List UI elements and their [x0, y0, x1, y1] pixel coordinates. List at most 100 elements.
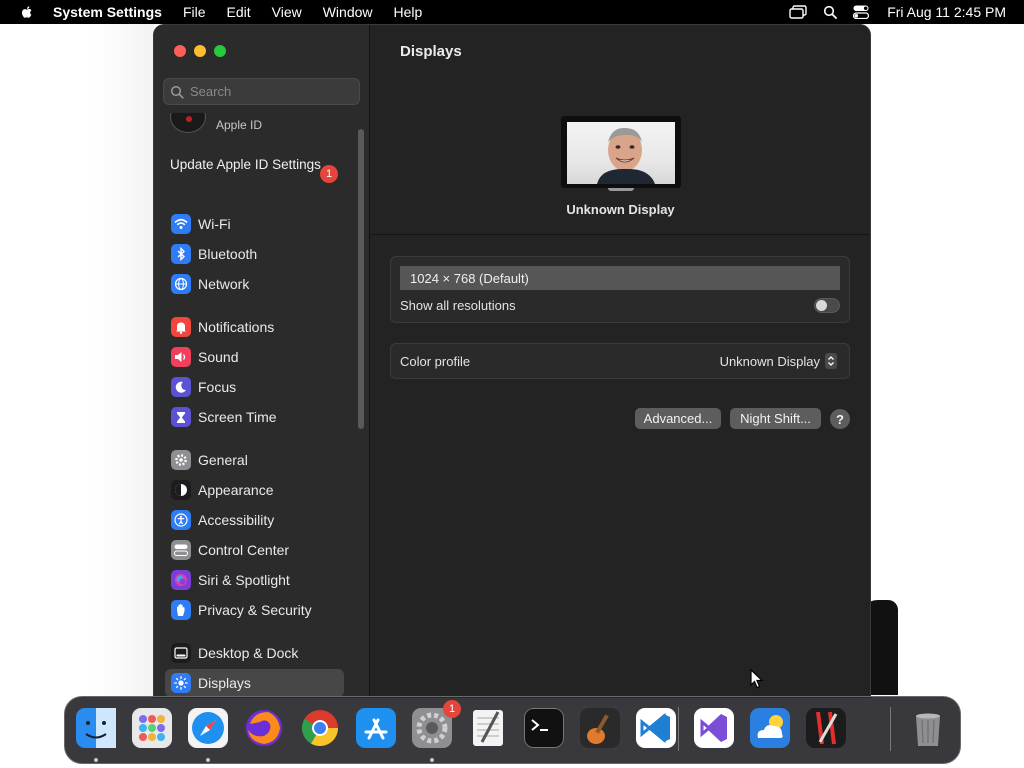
sidebar-item-accessibility[interactable]: Accessibility [165, 506, 344, 534]
menu-clock[interactable]: Fri Aug 11 2:45 PM [887, 4, 1006, 20]
finder-icon[interactable] [73, 705, 119, 751]
show-all-resolutions-label: Show all resolutions [400, 298, 516, 313]
sidebar-item-focus[interactable]: Focus [165, 373, 344, 401]
night-shift-button[interactable]: Night Shift... [730, 408, 821, 429]
sidebar-item-bluetooth[interactable]: Bluetooth [165, 240, 344, 268]
app-store-icon[interactable] [353, 705, 399, 751]
page-title: Displays [400, 43, 462, 60]
hourglass-icon [171, 407, 191, 427]
dock: 1 [64, 696, 961, 764]
chevron-up-down-icon [825, 353, 837, 369]
sidebar-item-label: Accessibility [198, 512, 275, 528]
launchpad-icon[interactable] [129, 705, 175, 751]
sidebar-item-label: Screen Time [198, 409, 277, 425]
zoom-window-button[interactable] [214, 45, 226, 57]
system-settings-icon[interactable]: 1 [409, 700, 461, 751]
avatar [170, 113, 206, 133]
dock-separator [678, 707, 679, 751]
gear-icon [171, 450, 191, 470]
textedit-icon[interactable] [465, 705, 511, 751]
show-all-resolutions-toggle[interactable] [814, 298, 840, 313]
window-controls [174, 45, 226, 57]
bluetooth-icon [171, 244, 191, 264]
menu-edit[interactable]: Edit [227, 4, 251, 20]
trash-icon[interactable] [905, 705, 951, 751]
help-button[interactable]: ? [830, 409, 850, 429]
menu-bar: System Settings File Edit View Window He… [0, 0, 1024, 24]
screen-mirroring-icon[interactable] [789, 5, 807, 19]
siri-icon [171, 570, 191, 590]
terminal-icon[interactable] [521, 705, 567, 751]
sidebar-item-label: Siri & Spotlight [198, 572, 290, 588]
search-input[interactable]: Search [163, 78, 360, 105]
sidebar-item-network[interactable]: Network [165, 270, 344, 298]
system-settings-window: Search Apple ID Update Apple ID Settings… [154, 25, 870, 697]
notification-badge: 1 [320, 165, 338, 183]
accessibility-icon [171, 510, 191, 530]
minimize-window-button[interactable] [194, 45, 206, 57]
apple-id-label: Apple ID [216, 118, 263, 132]
color-profile-label: Color profile [400, 354, 471, 369]
safari-icon[interactable] [185, 705, 231, 751]
update-apple-id-label: Update Apple ID Settings [170, 157, 321, 172]
sidebar-item-screen-time[interactable]: Screen Time [165, 403, 344, 431]
close-window-button[interactable] [174, 45, 186, 57]
speaker-icon [171, 347, 191, 367]
color-profile-select[interactable]: Unknown Display [720, 353, 837, 369]
visual-studio-icon[interactable] [691, 705, 737, 751]
dock-icon [171, 643, 191, 663]
vscode-icon[interactable] [633, 705, 679, 751]
desktop-background [92, 24, 154, 696]
sidebar-item-general[interactable]: General [165, 446, 344, 474]
sidebar-item-appearance[interactable]: Appearance [165, 476, 344, 504]
sidebar-item-update-apple-id[interactable]: Update Apple ID Settings 1 [170, 157, 340, 183]
toggles-icon [171, 540, 191, 560]
display-wallpaper-preview [567, 122, 675, 184]
sidebar-item-displays[interactable]: Displays [165, 669, 344, 697]
firefox-icon[interactable] [241, 705, 287, 751]
sidebar-item-apple-id[interactable]: Apple ID [170, 113, 350, 135]
display-name: Unknown Display [566, 202, 675, 217]
sidebar-item-label: Desktop & Dock [198, 645, 299, 661]
divider [371, 234, 870, 235]
sidebar-item-label: Focus [198, 379, 237, 395]
spotlight-search-icon[interactable] [823, 5, 838, 19]
sidebar-item-label: Notifications [198, 319, 275, 335]
sidebar-item-label: Bluetooth [198, 246, 258, 262]
sidebar-item-privacy-and-security[interactable]: Privacy & Security [165, 596, 344, 624]
chrome-icon[interactable] [297, 705, 343, 751]
sidebar: Search Apple ID Update Apple ID Settings… [154, 25, 370, 697]
resolution-label: 1024 × 768 (Default) [410, 270, 529, 286]
menu-view[interactable]: View [272, 4, 302, 20]
advanced-button[interactable]: Advanced... [635, 408, 721, 429]
apple-logo-icon[interactable] [19, 4, 35, 20]
sidebar-item-sound[interactable]: Sound [165, 343, 344, 371]
garageband-icon[interactable] [577, 705, 623, 751]
mouse-cursor-icon [750, 669, 764, 689]
displays-pane: Displays Unknown Display 1024 × 768 (Def… [371, 25, 870, 697]
bell-icon [171, 317, 191, 337]
sidebar-item-notifications[interactable]: Notifications [165, 313, 344, 341]
menu-app-name[interactable]: System Settings [53, 4, 162, 20]
control-center-icon[interactable] [853, 5, 870, 19]
sidebar-item-siri-and-spotlight[interactable]: Siri & Spotlight [165, 566, 344, 594]
search-icon [170, 85, 184, 99]
weather-icon[interactable] [747, 705, 793, 751]
display-thumbnail[interactable] [561, 116, 681, 188]
sidebar-item-label: Wi-Fi [198, 216, 231, 232]
sun-icon [171, 673, 191, 693]
resolution-option-selected[interactable]: 1024 × 768 (Default) [400, 266, 840, 290]
menu-window[interactable]: Window [323, 4, 373, 20]
sidebar-item-label: Control Center [198, 542, 290, 558]
sidebar-item-label: Sound [198, 349, 239, 365]
color-profile-group: Color profile Unknown Display [390, 343, 850, 379]
sidebar-item-desktop-and-dock[interactable]: Desktop & Dock [165, 639, 344, 667]
running-indicator [206, 758, 210, 762]
globe-icon [171, 274, 191, 294]
menu-help[interactable]: Help [394, 4, 423, 20]
sidebar-item-wi-fi[interactable]: Wi-Fi [165, 210, 344, 238]
script-editor-icon[interactable] [803, 705, 849, 751]
menu-file[interactable]: File [183, 4, 206, 20]
sidebar-scrollbar[interactable] [358, 129, 364, 429]
sidebar-item-control-center[interactable]: Control Center [165, 536, 344, 564]
